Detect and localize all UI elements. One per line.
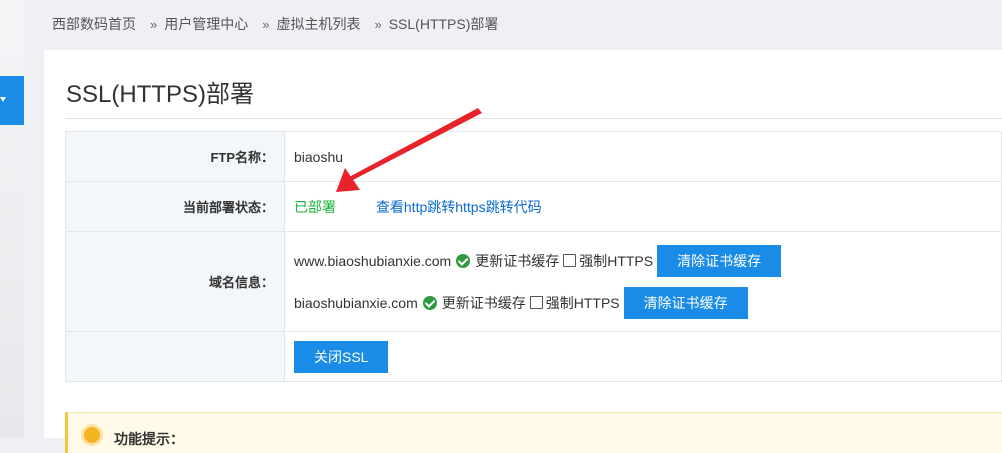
clear-cert-cache-button[interactable]: 清除证书缓存: [623, 286, 748, 319]
breadcrumb-current: SSL(HTTPS)部署: [388, 16, 499, 32]
force-https-label[interactable]: 强制HTTPS: [579, 251, 653, 271]
deploy-status-value: 已部署: [294, 198, 336, 215]
title-divider: [66, 118, 1002, 119]
force-https-checkbox[interactable]: [529, 296, 543, 309]
main-panel: SSL(HTTPS)部署 FTP名称： biaoshu 当前部署状态： 已部署 …: [44, 50, 1002, 453]
breadcrumb-separator: »: [262, 16, 270, 32]
domain-row: www.biaoshubianxie.com 更新证书缓存 强制HTTPS 清除…: [294, 244, 1001, 277]
domain-name: www.biaoshubianxie.com: [294, 252, 452, 269]
ftp-name-value: biaoshu: [284, 131, 1002, 182]
check-circle-icon: [422, 295, 437, 310]
deploy-status-label: 当前部署状态：: [65, 181, 285, 232]
force-https-checkbox[interactable]: [563, 254, 577, 267]
breadcrumb-home[interactable]: 西部数码首页: [52, 14, 136, 34]
close-ssl-button[interactable]: 关闭SSL: [294, 340, 389, 373]
ssl-info-table: FTP名称： biaoshu 当前部署状态： 已部署 查看http跳转https…: [65, 131, 1002, 382]
lightbulb-icon: [84, 427, 100, 443]
table-row: 域名信息： www.biaoshubianxie.com 更新证书缓存 强制HT…: [65, 231, 1002, 332]
table-row: 当前部署状态： 已部署 查看http跳转https跳转代码: [65, 181, 1002, 232]
breadcrumb-vhost-list[interactable]: 虚拟主机列表: [276, 14, 360, 34]
tip-title: 功能提示：: [114, 431, 184, 447]
domain-name: biaoshubianxie.com: [294, 294, 418, 311]
refresh-cert-cache-link[interactable]: 更新证书缓存: [475, 251, 559, 271]
tip-box: 功能提示：: [65, 412, 1002, 453]
page-title: SSL(HTTPS)部署: [66, 81, 255, 108]
clear-cert-cache-button[interactable]: 清除证书缓存: [657, 244, 782, 277]
force-https-label[interactable]: 强制HTTPS: [546, 293, 620, 313]
check-circle-icon: [456, 253, 471, 268]
breadcrumb-separator: »: [374, 16, 382, 32]
breadcrumb-user-center[interactable]: 用户管理中心: [164, 14, 248, 34]
breadcrumb: 西部数码首页 » 用户管理中心 » 虚拟主机列表 » SSL(HTTPS)部署: [52, 14, 498, 34]
chevron-down-icon: [0, 97, 6, 102]
action-cell: 关闭SSL: [284, 331, 1002, 382]
http-redirect-code-link[interactable]: 查看http跳转https跳转代码: [376, 199, 542, 215]
ftp-name-label: FTP名称：: [65, 131, 285, 182]
table-row: FTP名称： biaoshu: [65, 131, 1002, 182]
refresh-cert-cache-link[interactable]: 更新证书缓存: [442, 293, 526, 313]
domain-info-label: 域名信息：: [65, 231, 285, 332]
sidebar-active-tab[interactable]: [0, 76, 24, 125]
empty-label-cell: [65, 331, 285, 382]
breadcrumb-separator: »: [150, 16, 158, 32]
left-sidebar: [0, 0, 24, 438]
domain-info-cell: www.biaoshubianxie.com 更新证书缓存 强制HTTPS 清除…: [284, 231, 1002, 332]
deploy-status-cell: 已部署 查看http跳转https跳转代码: [284, 181, 1002, 232]
table-row: 关闭SSL: [65, 331, 1002, 382]
domain-row: biaoshubianxie.com 更新证书缓存 强制HTTPS 清除证书缓存: [294, 286, 1001, 319]
